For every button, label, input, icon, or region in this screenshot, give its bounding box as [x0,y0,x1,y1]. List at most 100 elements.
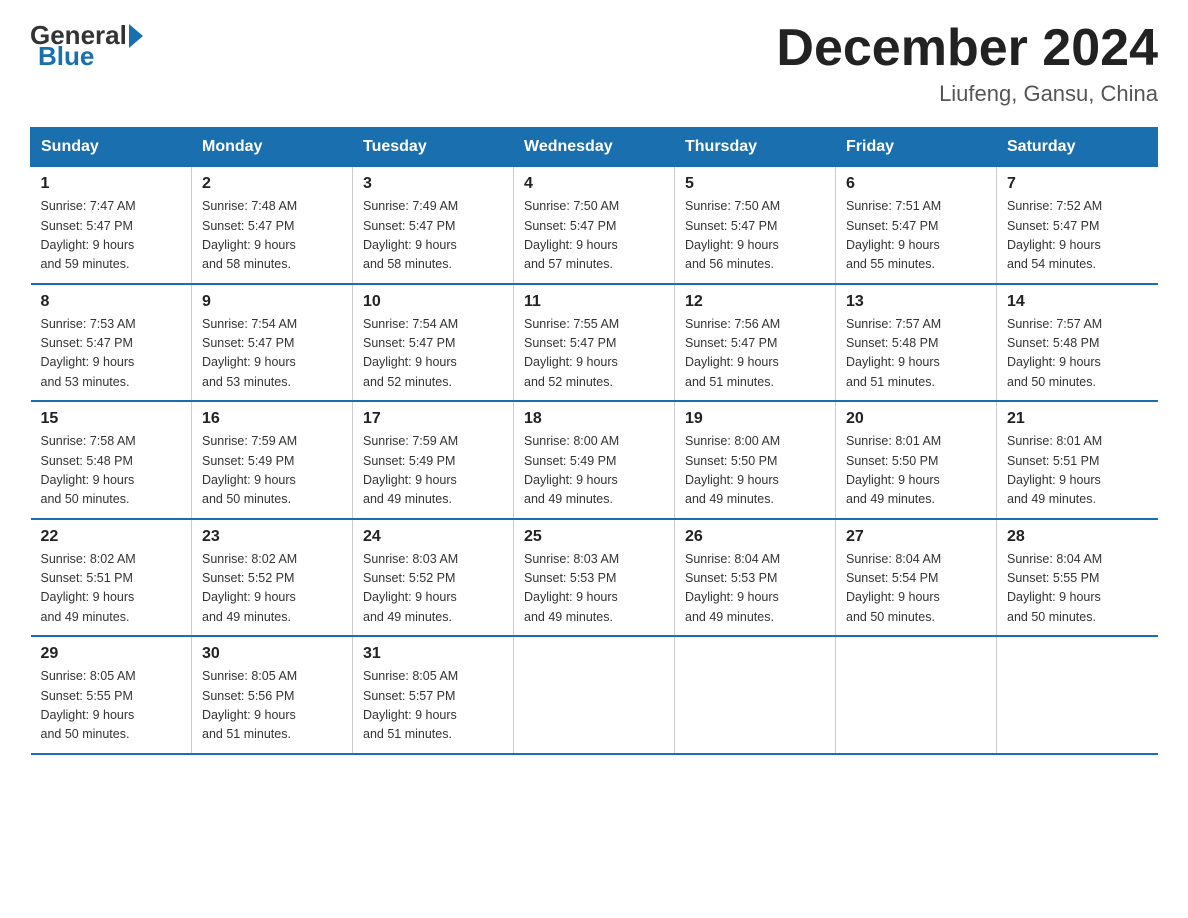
day-cell [836,636,997,754]
day-number: 23 [202,528,342,546]
day-number: 6 [846,175,986,193]
day-number: 30 [202,645,342,663]
logo: General Blue [30,20,143,72]
day-number: 12 [685,293,825,311]
day-info: Sunrise: 8:03 AM Sunset: 5:52 PM Dayligh… [363,550,503,628]
day-number: 10 [363,293,503,311]
day-number: 25 [524,528,664,546]
day-number: 20 [846,410,986,428]
day-info: Sunrise: 7:55 AM Sunset: 5:47 PM Dayligh… [524,315,664,393]
day-info: Sunrise: 7:49 AM Sunset: 5:47 PM Dayligh… [363,197,503,275]
day-info: Sunrise: 8:05 AM Sunset: 5:57 PM Dayligh… [363,667,503,745]
day-number: 19 [685,410,825,428]
day-cell: 20 Sunrise: 8:01 AM Sunset: 5:50 PM Dayli… [836,401,997,519]
day-number: 21 [1007,410,1148,428]
day-info: Sunrise: 7:59 AM Sunset: 5:49 PM Dayligh… [202,432,342,510]
day-info: Sunrise: 7:53 AM Sunset: 5:47 PM Dayligh… [41,315,182,393]
day-cell: 25 Sunrise: 8:03 AM Sunset: 5:53 PM Dayli… [514,519,675,637]
day-cell: 29Sunrise: 8:05 AM Sunset: 5:55 PM Dayli… [31,636,192,754]
day-info: Sunrise: 8:00 AM Sunset: 5:49 PM Dayligh… [524,432,664,510]
day-number: 4 [524,175,664,193]
week-row-3: 15 Sunrise: 7:58 AM Sunset: 5:48 PM Dayli… [31,401,1158,519]
weekday-header-monday: Monday [192,128,353,167]
day-cell: 31 Sunrise: 8:05 AM Sunset: 5:57 PM Dayli… [353,636,514,754]
day-info: Sunrise: 7:50 AM Sunset: 5:47 PM Dayligh… [685,197,825,275]
day-info: Sunrise: 7:56 AM Sunset: 5:47 PM Dayligh… [685,315,825,393]
day-cell [514,636,675,754]
day-number: 3 [363,175,503,193]
day-cell: 30Sunrise: 8:05 AM Sunset: 5:56 PM Dayli… [192,636,353,754]
day-number: 26 [685,528,825,546]
day-info: Sunrise: 7:59 AM Sunset: 5:49 PM Dayligh… [363,432,503,510]
day-number: 16 [202,410,342,428]
day-number: 13 [846,293,986,311]
month-title: December 2024 [776,20,1158,77]
page-header: General Blue December 2024 Liufeng, Gans… [30,20,1158,107]
day-cell: 22 Sunrise: 8:02 AM Sunset: 5:51 PM Dayli… [31,519,192,637]
day-cell: 16 Sunrise: 7:59 AM Sunset: 5:49 PM Dayli… [192,401,353,519]
day-cell: 2 Sunrise: 7:48 AM Sunset: 5:47 PM Daylig… [192,167,353,284]
day-info: Sunrise: 8:01 AM Sunset: 5:50 PM Dayligh… [846,432,986,510]
day-number: 1 [41,175,182,193]
day-info: Sunrise: 8:00 AM Sunset: 5:50 PM Dayligh… [685,432,825,510]
location-text: Liufeng, Gansu, China [776,81,1158,107]
weekday-header-thursday: Thursday [675,128,836,167]
day-number: 15 [41,410,182,428]
day-info: Sunrise: 8:01 AM Sunset: 5:51 PM Dayligh… [1007,432,1148,510]
day-cell: 5 Sunrise: 7:50 AM Sunset: 5:47 PM Daylig… [675,167,836,284]
weekday-header-friday: Friday [836,128,997,167]
day-info: Sunrise: 7:52 AM Sunset: 5:47 PM Dayligh… [1007,197,1148,275]
day-number: 14 [1007,293,1148,311]
day-info: Sunrise: 8:02 AM Sunset: 5:52 PM Dayligh… [202,550,342,628]
day-cell [675,636,836,754]
day-number: 17 [363,410,503,428]
calendar-table: SundayMondayTuesdayWednesdayThursdayFrid… [30,127,1158,755]
day-number: 24 [363,528,503,546]
day-info: Sunrise: 7:57 AM Sunset: 5:48 PM Dayligh… [846,315,986,393]
weekday-header-saturday: Saturday [997,128,1158,167]
day-cell: 23 Sunrise: 8:02 AM Sunset: 5:52 PM Dayli… [192,519,353,637]
day-info: Sunrise: 8:03 AM Sunset: 5:53 PM Dayligh… [524,550,664,628]
day-cell: 26 Sunrise: 8:04 AM Sunset: 5:53 PM Dayli… [675,519,836,637]
day-cell: 13 Sunrise: 7:57 AM Sunset: 5:48 PM Dayli… [836,284,997,402]
day-number: 28 [1007,528,1148,546]
day-info: Sunrise: 7:47 AM Sunset: 5:47 PM Dayligh… [41,197,182,275]
day-cell: 18 Sunrise: 8:00 AM Sunset: 5:49 PM Dayli… [514,401,675,519]
weekday-header-wednesday: Wednesday [514,128,675,167]
day-cell: 12 Sunrise: 7:56 AM Sunset: 5:47 PM Dayli… [675,284,836,402]
day-number: 31 [363,645,503,663]
day-cell: 7Sunrise: 7:52 AM Sunset: 5:47 PM Daylig… [997,167,1158,284]
day-number: 18 [524,410,664,428]
day-info: Sunrise: 8:02 AM Sunset: 5:51 PM Dayligh… [41,550,182,628]
day-cell: 14 Sunrise: 7:57 AM Sunset: 5:48 PM Dayli… [997,284,1158,402]
day-info: Sunrise: 7:58 AM Sunset: 5:48 PM Dayligh… [41,432,182,510]
day-cell: 27 Sunrise: 8:04 AM Sunset: 5:54 PM Dayli… [836,519,997,637]
day-number: 27 [846,528,986,546]
day-cell: 8 Sunrise: 7:53 AM Sunset: 5:47 PM Daylig… [31,284,192,402]
day-cell: 10 Sunrise: 7:54 AM Sunset: 5:47 PM Dayli… [353,284,514,402]
day-number: 5 [685,175,825,193]
day-cell: 24 Sunrise: 8:03 AM Sunset: 5:52 PM Dayli… [353,519,514,637]
day-cell: 17 Sunrise: 7:59 AM Sunset: 5:49 PM Dayli… [353,401,514,519]
day-cell: 3 Sunrise: 7:49 AM Sunset: 5:47 PM Daylig… [353,167,514,284]
day-info: Sunrise: 7:51 AM Sunset: 5:47 PM Dayligh… [846,197,986,275]
week-row-4: 22 Sunrise: 8:02 AM Sunset: 5:51 PM Dayli… [31,519,1158,637]
day-info: Sunrise: 8:04 AM Sunset: 5:53 PM Dayligh… [685,550,825,628]
day-info: Sunrise: 8:04 AM Sunset: 5:55 PM Dayligh… [1007,550,1148,628]
day-cell: 4Sunrise: 7:50 AM Sunset: 5:47 PM Daylig… [514,167,675,284]
day-number: 22 [41,528,182,546]
week-row-2: 8 Sunrise: 7:53 AM Sunset: 5:47 PM Daylig… [31,284,1158,402]
day-number: 9 [202,293,342,311]
day-number: 29 [41,645,182,663]
day-info: Sunrise: 7:54 AM Sunset: 5:47 PM Dayligh… [363,315,503,393]
day-number: 8 [41,293,182,311]
day-info: Sunrise: 8:04 AM Sunset: 5:54 PM Dayligh… [846,550,986,628]
day-cell: 19 Sunrise: 8:00 AM Sunset: 5:50 PM Dayli… [675,401,836,519]
day-cell: 28 Sunrise: 8:04 AM Sunset: 5:55 PM Dayli… [997,519,1158,637]
day-number: 11 [524,293,664,311]
day-info: Sunrise: 7:57 AM Sunset: 5:48 PM Dayligh… [1007,315,1148,393]
day-info: Sunrise: 7:48 AM Sunset: 5:47 PM Dayligh… [202,197,342,275]
day-number: 2 [202,175,342,193]
logo-arrow-icon [129,24,143,48]
day-cell: 11 Sunrise: 7:55 AM Sunset: 5:47 PM Dayli… [514,284,675,402]
